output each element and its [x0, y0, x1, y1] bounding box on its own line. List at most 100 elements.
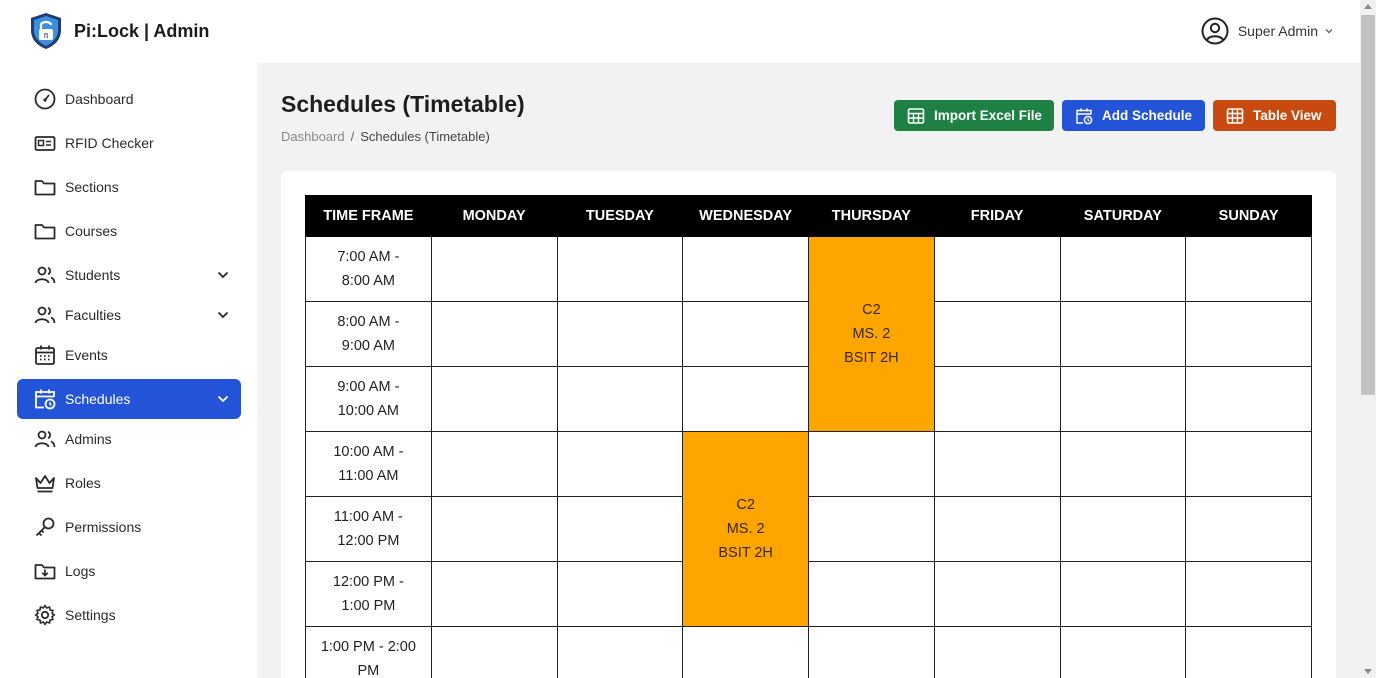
- user-menu[interactable]: Super Admin: [1201, 17, 1334, 45]
- sidebar-item-label: Events: [65, 347, 108, 363]
- schedule-cell[interactable]: [808, 561, 935, 627]
- schedule-cell[interactable]: [1059, 366, 1187, 432]
- schedule-cell[interactable]: [1059, 626, 1187, 678]
- schedule-cell[interactable]: [1185, 301, 1312, 367]
- scrollbar-thumb[interactable]: [1361, 15, 1375, 395]
- sidebar-item-label: Sections: [65, 179, 119, 195]
- schedule-cell[interactable]: [430, 366, 558, 432]
- sidebar-item-label: Settings: [65, 607, 116, 623]
- schedule-cell[interactable]: [1059, 431, 1187, 497]
- brand[interactable]: π Pi:Lock | Admin: [28, 12, 209, 50]
- schedule-cell[interactable]: [556, 366, 684, 432]
- id-card-icon: [34, 136, 56, 151]
- schedule-cell[interactable]: [808, 496, 935, 562]
- time-frame-cell: 7:00 AM -8:00 AM: [305, 236, 432, 302]
- schedule-cell[interactable]: [430, 236, 558, 302]
- schedule-cell[interactable]: [1185, 236, 1312, 302]
- schedule-cell[interactable]: [1059, 561, 1187, 627]
- schedule-cell[interactable]: [933, 561, 1061, 627]
- sidebar-item-label: Courses: [65, 223, 118, 239]
- schedule-cell[interactable]: [1059, 496, 1187, 562]
- import-excel-button[interactable]: Import Excel File: [894, 100, 1054, 131]
- schedule-cell[interactable]: [682, 366, 809, 432]
- scroll-down-arrow-icon[interactable]: [1364, 669, 1372, 674]
- schedule-cell[interactable]: [430, 626, 558, 678]
- users-icon: [34, 266, 56, 284]
- timetable-header-row: TIME FRAME MONDAY TUESDAY WEDNESDAY THUR…: [305, 195, 1312, 237]
- schedule-cell[interactable]: [933, 366, 1061, 432]
- sidebar-item-admins[interactable]: Admins: [17, 419, 241, 459]
- sidebar-item-faculties[interactable]: Faculties: [17, 295, 241, 335]
- sidebar-item-label: Dashboard: [65, 91, 134, 107]
- breadcrumb-dashboard-link[interactable]: Dashboard: [281, 129, 345, 144]
- add-schedule-button[interactable]: Add Schedule: [1062, 100, 1205, 131]
- column-header-thursday: THURSDAY: [808, 195, 935, 237]
- time-frame-cell: 8:00 AM -9:00 AM: [305, 301, 432, 367]
- schedule-cell[interactable]: [682, 236, 809, 302]
- schedule-cell[interactable]: [1185, 431, 1312, 497]
- schedule-cell[interactable]: [808, 431, 935, 497]
- column-header-wednesday: WEDNESDAY: [682, 195, 809, 237]
- schedule-cell[interactable]: [556, 496, 684, 562]
- folder-download-icon: [34, 564, 56, 580]
- schedule-cell[interactable]: [556, 626, 684, 678]
- shield-lock-logo-icon: π: [31, 13, 61, 49]
- schedule-cell[interactable]: [430, 496, 558, 562]
- sidebar-item-settings[interactable]: Settings: [17, 595, 241, 635]
- sidebar-item-label: Roles: [65, 475, 101, 491]
- chevron-down-icon: [217, 271, 229, 279]
- page-scrollbar[interactable]: [1360, 0, 1376, 678]
- gauge-icon: [34, 88, 56, 110]
- sidebar-item-events[interactable]: Events: [17, 335, 241, 375]
- schedule-cell[interactable]: [1059, 236, 1187, 302]
- schedule-cell[interactable]: [1185, 626, 1312, 678]
- schedule-cell[interactable]: [682, 626, 809, 678]
- sidebar-item-roles[interactable]: Roles: [17, 463, 241, 503]
- schedule-cell[interactable]: [430, 431, 558, 497]
- user-avatar-icon: [1201, 17, 1229, 45]
- sidebar-item-label: Logs: [65, 563, 96, 579]
- schedule-cell[interactable]: [933, 431, 1061, 497]
- table-row: 1:00 PM - 2:00 PM: [305, 626, 1312, 678]
- sidebar-item-students[interactable]: Students: [17, 255, 241, 295]
- schedule-cell[interactable]: [933, 626, 1061, 678]
- schedule-cell[interactable]: [556, 431, 684, 497]
- sidebar-item-label: Permissions: [65, 519, 142, 535]
- sidebar-item-permissions[interactable]: Permissions: [17, 507, 241, 547]
- schedule-cell[interactable]: [430, 301, 558, 367]
- sidebar-item-label: Faculties: [65, 307, 122, 323]
- table-view-button[interactable]: Table View: [1213, 100, 1336, 131]
- schedule-slot-thursday[interactable]: C2 MS. 2 BSIT 2H: [808, 236, 935, 432]
- time-frame-cell: 9:00 AM -10:00 AM: [305, 366, 432, 432]
- schedule-cell[interactable]: [556, 236, 684, 302]
- time-frame-cell: 12:00 PM -1:00 PM: [305, 561, 432, 627]
- sidebar-item-dashboard[interactable]: Dashboard: [17, 79, 241, 119]
- schedule-slot-wednesday[interactable]: C2 MS. 2 BSIT 2H: [682, 431, 809, 627]
- scroll-up-arrow-icon[interactable]: [1364, 4, 1372, 9]
- schedule-cell[interactable]: [1059, 301, 1187, 367]
- sidebar-item-rfid-checker[interactable]: RFID Checker: [17, 123, 241, 163]
- schedule-cell[interactable]: [933, 301, 1061, 367]
- column-header-monday: MONDAY: [430, 195, 558, 237]
- column-header-saturday: SATURDAY: [1059, 195, 1187, 237]
- schedule-cell[interactable]: [1185, 561, 1312, 627]
- schedule-cell[interactable]: [1185, 496, 1312, 562]
- sidebar-item-logs[interactable]: Logs: [17, 551, 241, 591]
- user-name: Super Admin: [1237, 23, 1318, 39]
- column-header-time-frame: TIME FRAME: [305, 195, 432, 237]
- sidebar-item-sections[interactable]: Sections: [17, 167, 241, 207]
- timetable: TIME FRAME MONDAY TUESDAY WEDNESDAY THUR…: [305, 195, 1312, 678]
- folder-icon: [34, 180, 56, 196]
- schedule-cell[interactable]: [808, 626, 935, 678]
- sidebar-item-schedules[interactable]: Schedules: [17, 379, 241, 419]
- chevron-down-icon: [217, 395, 229, 403]
- sidebar-item-courses[interactable]: Courses: [17, 211, 241, 251]
- schedule-cell[interactable]: [933, 496, 1061, 562]
- schedule-cell[interactable]: [430, 561, 558, 627]
- schedule-cell[interactable]: [682, 301, 809, 367]
- schedule-cell[interactable]: [556, 561, 684, 627]
- calendar-clock-icon: [35, 389, 56, 410]
- schedule-cell[interactable]: [556, 301, 684, 367]
- schedule-cell[interactable]: [933, 236, 1061, 302]
- schedule-cell[interactable]: [1185, 366, 1312, 432]
